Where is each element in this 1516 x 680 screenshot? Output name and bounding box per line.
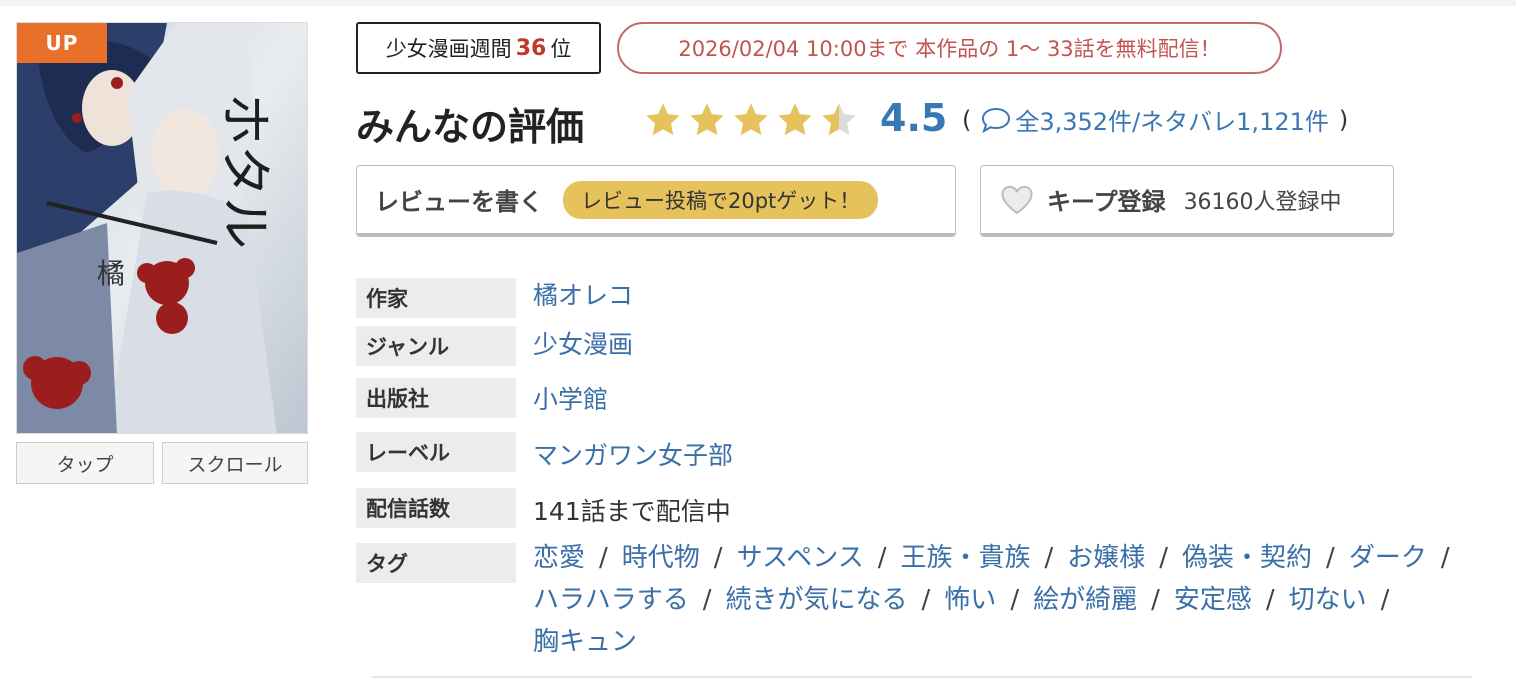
tag-separator: / [1326,543,1335,573]
up-badge: UP [17,23,107,63]
write-review-button[interactable]: レビューを書く レビュー投稿で20ptゲット！ [356,165,956,237]
ranking-badge[interactable]: 少女漫画週間 36 位 [356,22,601,74]
ranking-suffix: 位 [550,37,572,61]
tag-separator: / [877,543,887,573]
ranking-prefix: 少女漫画週間 [385,37,512,61]
free-episodes-notice[interactable]: 2026/02/04 10:00まで 本作品の 1〜 33話を無料配信！ [617,22,1282,74]
rating-title: みんなの評価 [356,105,585,149]
tag-separator: / [713,543,723,573]
tags-label: タグ [356,543,516,583]
episodes-label: 配信話数 [356,488,516,528]
star-icon [646,103,680,136]
tag-separator: / [1159,543,1169,573]
tag-list: 恋愛 / 時代物 / サスペンス / 王族・貴族 / お嬢様 / 偽装・契約 / ダーク/ハラハラする /… [533,537,1483,663]
review-count-link[interactable]: 全3,352件/ネタバレ1,121件 [1015,102,1329,137]
svg-text:ホタル: ホタル [214,93,274,249]
tag-link[interactable]: サスペンス [737,543,864,573]
tag-separator: / [702,585,712,615]
heart-icon [1001,185,1033,214]
author-link[interactable]: 橘オレコ [533,276,633,312]
tag-separator: / [1151,585,1160,615]
tag-separator: / [1265,585,1275,615]
tag-separator: / [1044,543,1054,573]
tag-link[interactable]: 絵が綺麗 [1033,585,1137,615]
star-icon [690,103,724,136]
half-star-icon [822,103,856,136]
tag-link[interactable]: 怖い [944,585,996,615]
scroll-mode-button[interactable]: スクロール [162,442,308,484]
tap-mode-button[interactable]: タップ [16,442,154,484]
tag-link[interactable]: お嬢様 [1067,543,1145,573]
keep-label: キープ登録 [1047,188,1166,216]
author-label: 作家 [356,278,516,318]
cover-image[interactable]: ホタル 橘 UP [16,22,308,434]
tag-link[interactable]: ハラハラする [533,585,689,615]
review-points-pill: レビュー投稿で20ptゲット！ [563,180,879,219]
genre-label: ジャンル [356,326,516,366]
tag-link[interactable]: 続きが気になる [726,585,908,615]
tag-link[interactable]: 安定感 [1174,585,1252,615]
write-review-label: レビューを書く [375,188,543,216]
tag-link[interactable]: ダーク [1349,543,1427,573]
imprint-link[interactable]: マンガワン女子部 [533,436,733,472]
tag-link[interactable]: 恋愛 [533,543,585,573]
star-icon [734,103,768,136]
tag-link[interactable]: 胸キュン [533,627,637,657]
paren-close: ) [1338,105,1349,134]
keep-count: 36160人登録中 [1183,189,1342,215]
tag-separator: / [599,543,608,573]
rating-score: 4.5 [880,96,948,140]
star-icon [778,103,812,136]
cover-art: ホタル 橘 [17,23,307,433]
svg-text:橘: 橘 [97,257,125,290]
tag-link[interactable]: 王族・貴族 [900,543,1030,573]
speech-bubble-icon [982,107,1011,133]
imprint-label: レーベル [356,432,516,472]
paren-open: ( [962,105,972,134]
tag-separator: / [1440,543,1450,573]
tag-separator: / [1380,585,1390,615]
genre-link[interactable]: 少女漫画 [533,325,633,361]
review-counts[interactable]: ( 全3,352件/ネタバレ1,121件 ) [962,102,1348,137]
publisher-label: 出版社 [356,378,516,418]
bottom-divider [372,676,1472,678]
keep-button[interactable]: キープ登録 36160人登録中 [980,165,1394,237]
tag-link[interactable]: 切ない [1289,585,1367,615]
episodes-value: 141話まで配信中 [533,497,731,526]
top-divider [0,0,1516,6]
star-rating [642,100,860,140]
tag-separator: / [1010,585,1020,615]
tag-separator: / [921,585,931,615]
ranking-number: 36 [515,35,547,61]
tag-link[interactable]: 偽装・契約 [1182,543,1312,573]
tag-link[interactable]: 時代物 [622,543,700,573]
publisher-link[interactable]: 小学館 [533,380,608,416]
